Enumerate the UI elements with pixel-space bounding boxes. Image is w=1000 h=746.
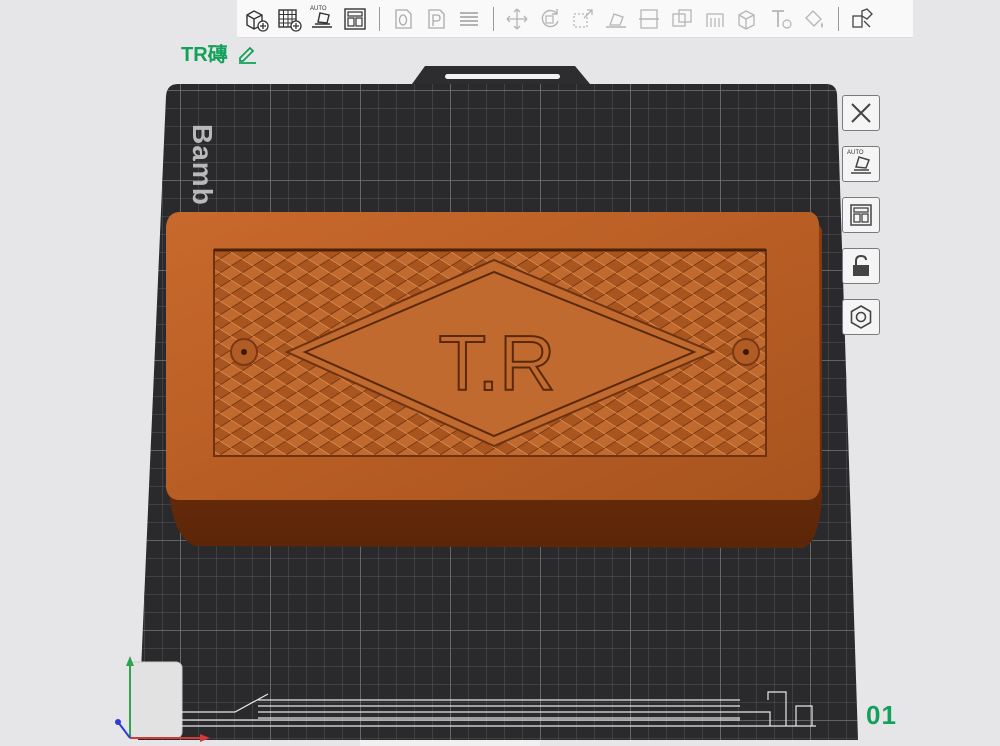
auto-orient-icon[interactable]: AUTO (842, 146, 880, 182)
grid-plate-icon[interactable] (274, 4, 304, 34)
toolbar-separator (379, 6, 380, 31)
add-cube-icon[interactable] (241, 4, 271, 34)
plate-brand-text: Bamb (187, 124, 218, 206)
plate-title[interactable]: TR磚 (181, 38, 258, 67)
text-icon[interactable] (766, 4, 796, 34)
toolbar-separator (838, 6, 839, 31)
plate-o-icon[interactable] (388, 4, 418, 34)
close-icon[interactable] (842, 95, 880, 131)
rotate-icon[interactable] (535, 4, 565, 34)
seam-icon[interactable] (733, 4, 763, 34)
auto-orient-icon[interactable]: AUTO (307, 4, 337, 34)
plate-number: 01 (866, 700, 897, 730)
layers-icon[interactable] (454, 4, 484, 34)
lay-on-face-icon[interactable] (601, 4, 631, 34)
move-icon[interactable] (502, 4, 532, 34)
scale-icon[interactable] (568, 4, 598, 34)
cut-icon[interactable] (634, 4, 664, 34)
assembly-view-icon[interactable] (847, 4, 877, 34)
lock-icon[interactable] (842, 248, 880, 284)
plate-side-toolbar: AUTO (842, 95, 884, 350)
plate-p-icon[interactable] (421, 4, 451, 34)
toolbar-separator (493, 6, 494, 31)
arrange-icon[interactable] (340, 4, 370, 34)
boolean-icon[interactable] (667, 4, 697, 34)
color-paint-icon[interactable] (799, 4, 829, 34)
top-toolbar: AUTO (237, 0, 913, 38)
settings-nut-icon[interactable] (842, 299, 880, 335)
edit-pencil-icon[interactable] (236, 42, 258, 64)
plate-name: TR磚 (181, 44, 228, 66)
support-paint-icon[interactable] (700, 4, 730, 34)
arrange-icon[interactable] (842, 197, 880, 233)
model-emboss-text: T.R (439, 319, 556, 407)
